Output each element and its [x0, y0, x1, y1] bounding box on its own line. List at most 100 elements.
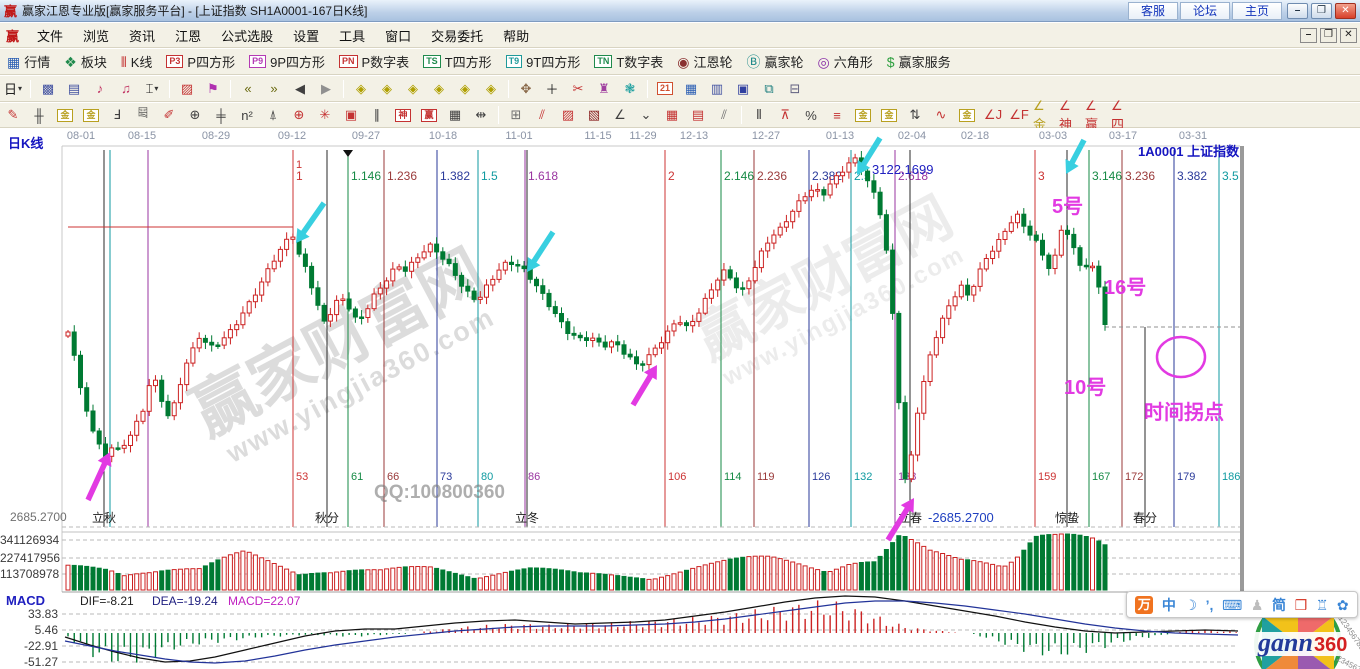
toolbar-icon[interactable]: ▩ [36, 78, 60, 99]
toolbar-icon[interactable]: n² [235, 105, 259, 126]
toolbar-icon[interactable]: ▣ [731, 78, 755, 99]
mdi-restore-button[interactable]: ❐ [1320, 28, 1337, 43]
toolbar-icon[interactable]: ▤ [62, 78, 86, 99]
toolbar-button[interactable]: P3P四方形 [159, 51, 242, 73]
toolbar-icon[interactable]: 赢 [417, 105, 441, 126]
toolbar-button[interactable]: TST四方形 [416, 51, 498, 73]
toolbar-icon[interactable]: 金 [79, 105, 103, 126]
toolbar-icon[interactable]: ⊕ [287, 105, 311, 126]
menu-item[interactable]: 设置 [283, 23, 329, 48]
toolbar-icon[interactable]: ⊟ [783, 78, 807, 99]
ime-icon[interactable]: 简 [1272, 596, 1286, 614]
menu-item[interactable]: 交易委托 [421, 23, 493, 48]
toolbar-button[interactable]: ❖板块 [57, 51, 114, 73]
toolbar-icon[interactable]: ∠赢 [1085, 105, 1109, 126]
menu-item[interactable]: 江恩 [165, 23, 211, 48]
toolbar-icon[interactable]: Ⅎ [105, 105, 129, 126]
toolbar-icon[interactable]: ⌄ [634, 105, 658, 126]
mdi-close-button[interactable]: ✕ [1340, 28, 1357, 43]
menu-item[interactable]: 文件 [27, 23, 73, 48]
toolbar-icon[interactable]: ▶ [314, 78, 338, 99]
mdi-minimize-button[interactable]: – [1300, 28, 1317, 43]
toolbar-icon[interactable]: ≡ [825, 105, 849, 126]
ime-icon[interactable]: ♟ [1251, 596, 1264, 614]
restore-button[interactable]: ❐ [1311, 3, 1332, 19]
toolbar-button[interactable]: Ⓑ赢家轮 [740, 51, 811, 73]
toolbar-icon[interactable]: ⫽ [530, 105, 554, 126]
toolbar-icon[interactable]: ✐ [157, 105, 181, 126]
ime-icon[interactable]: ✿ [1337, 596, 1349, 614]
toolbar-button[interactable]: PNP数字表 [332, 51, 416, 73]
menu-item[interactable]: 帮助 [493, 23, 539, 48]
toolbar-icon[interactable]: ∠J [981, 105, 1005, 126]
toolbar-icon[interactable]: ▦ [679, 78, 703, 99]
toolbar-icon[interactable]: ∥ [365, 105, 389, 126]
toolbar-icon[interactable]: ▤ [686, 105, 710, 126]
toolbar-icon[interactable]: ♪ [88, 78, 112, 99]
toolbar-icon[interactable]: ⫽ [712, 105, 736, 126]
toolbar-button[interactable]: T99T四方形 [499, 51, 588, 73]
ime-icon[interactable]: ❒ [1295, 596, 1308, 614]
toolbar-button[interactable]: TNT数字表 [587, 51, 670, 73]
toolbar-icon[interactable]: ∠金 [1033, 105, 1057, 126]
toolbar-icon[interactable]: ✂ [566, 78, 590, 99]
toolbar-button[interactable]: $赢家服务 [880, 51, 958, 73]
toolbar-button[interactable]: ◉江恩轮 [670, 51, 739, 73]
macd-indicator-name[interactable]: MACD [6, 593, 45, 608]
toolbar-icon[interactable]: ⊕ [183, 105, 207, 126]
ime-toolbar[interactable]: 万中 ☽ ’, ⌨ ♟ 简 ❒ ♖ ✿ [1126, 591, 1358, 618]
toolbar-icon[interactable]: ♜ [592, 78, 616, 99]
ime-icon[interactable]: ♖ [1316, 596, 1329, 614]
toolbar-icon[interactable]: ╫ [27, 105, 51, 126]
menu-item[interactable]: 公式选股 [211, 23, 283, 48]
toolbar-icon[interactable]: 金 [851, 105, 875, 126]
toolbar-icon[interactable]: 21 [653, 78, 677, 99]
toolbar-icon[interactable]: 金 [877, 105, 901, 126]
ime-icon[interactable]: ☽ [1184, 596, 1197, 614]
quick-link-0[interactable]: 客服 [1128, 2, 1178, 20]
toolbar-icon[interactable]: « [236, 78, 260, 99]
toolbar-icon[interactable]: ▨ [175, 78, 199, 99]
toolbar-icon[interactable]: ◈ [427, 78, 451, 99]
toolbar-icon[interactable]: ∠四 [1111, 105, 1135, 126]
toolbar-icon[interactable]: ◈ [349, 78, 373, 99]
ime-icon[interactable]: 中 [1162, 596, 1176, 614]
toolbar-icon[interactable]: ⚑ [201, 78, 225, 99]
toolbar-icon[interactable]: 金 [53, 105, 77, 126]
toolbar-icon[interactable]: ◈ [401, 78, 425, 99]
toolbar-icon[interactable]: ❃ [618, 78, 642, 99]
toolbar-button[interactable]: ⫴K线 [114, 51, 160, 73]
menu-item[interactable]: 资讯 [119, 23, 165, 48]
toolbar-icon[interactable]: 日▾ [1, 78, 25, 99]
minimize-button[interactable]: – [1287, 3, 1308, 19]
toolbar-icon[interactable]: ⇅ [903, 105, 927, 126]
toolbar-icon[interactable]: ◈ [453, 78, 477, 99]
ime-icon[interactable]: ’, [1206, 596, 1214, 614]
toolbar-icon[interactable]: ▧ [582, 105, 606, 126]
toolbar-icon[interactable]: ▨ [556, 105, 580, 126]
toolbar-icon[interactable]: ▦ [443, 105, 467, 126]
ime-icon[interactable]: ⌨ [1222, 596, 1242, 614]
toolbar-icon[interactable]: ＋ [540, 78, 564, 99]
quick-link-1[interactable]: 论坛 [1180, 2, 1230, 20]
menu-item[interactable]: 窗口 [375, 23, 421, 48]
toolbar-icon[interactable]: % [799, 105, 823, 126]
quick-link-2[interactable]: 主页 [1232, 2, 1282, 20]
toolbar-icon[interactable]: ▣ [339, 105, 363, 126]
ime-icon[interactable]: 万 [1135, 596, 1153, 614]
toolbar-icon[interactable]: 神 [391, 105, 415, 126]
toolbar-button[interactable]: ▦行情 [0, 51, 57, 73]
toolbar-icon[interactable]: ∠F [1007, 105, 1031, 126]
menu-item[interactable]: 工具 [329, 23, 375, 48]
toolbar-icon[interactable]: ◀ [288, 78, 312, 99]
toolbar-icon[interactable]: ◈ [479, 78, 503, 99]
toolbar-icon[interactable]: ╪ [209, 105, 233, 126]
toolbar-icon[interactable]: ▦ [660, 105, 684, 126]
toolbar-icon[interactable]: ⍋ [261, 105, 285, 126]
close-button[interactable]: ✕ [1335, 3, 1356, 19]
menu-item[interactable]: 浏览 [73, 23, 119, 48]
toolbar-icon[interactable]: ༕ [131, 105, 155, 126]
toolbar-icon[interactable]: ⊞ [504, 105, 528, 126]
toolbar-icon[interactable]: » [262, 78, 286, 99]
toolbar-icon[interactable]: ▥ [705, 78, 729, 99]
